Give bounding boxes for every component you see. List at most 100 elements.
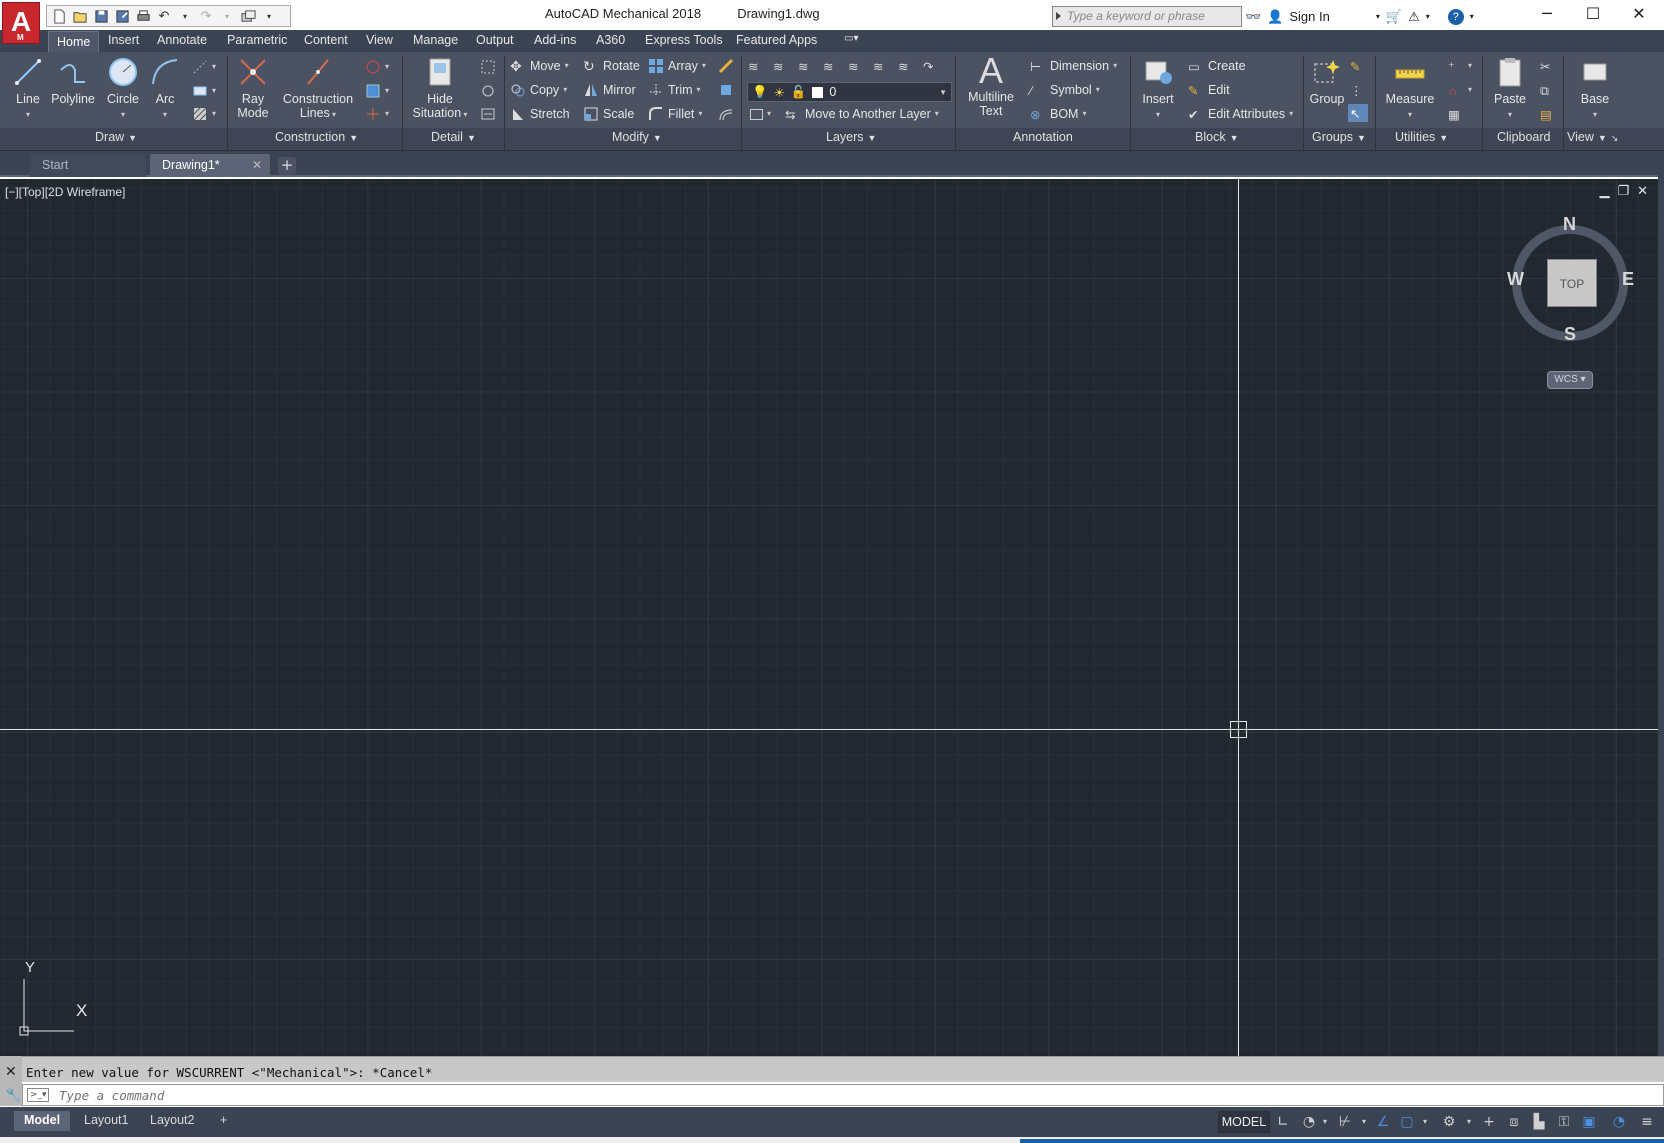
grid-icon[interactable]: ∟ (1274, 1113, 1292, 1131)
rectangle-small-button[interactable]: ▾ (192, 82, 216, 100)
mirror-button[interactable]: Mirror (583, 81, 636, 99)
close-button[interactable]: ✕ (1616, 0, 1662, 30)
detail-view-button[interactable] (480, 58, 496, 76)
layer-state-button[interactable]: ▾ (750, 105, 771, 123)
panel-label-groups[interactable]: Groups ▼ (1312, 130, 1366, 144)
tab-view[interactable]: View (366, 33, 393, 47)
viewcube[interactable]: TOP N S E W (1500, 214, 1640, 344)
annotation-monitor-icon[interactable]: + (1480, 1113, 1498, 1131)
object-snap-icon[interactable]: ▢ (1398, 1113, 1416, 1131)
id-point-button[interactable]: ∩ ▾ (1448, 81, 1472, 99)
quick-properties-icon[interactable]: ▙ (1530, 1113, 1548, 1131)
viewport-controls-label[interactable]: [−][Top][2D Wireframe] (5, 185, 125, 199)
save-icon[interactable] (93, 8, 109, 24)
layout-tab-layout2[interactable]: Layout2 (140, 1111, 204, 1131)
panel-expand-icon[interactable]: ↘ (1611, 133, 1619, 143)
detail-break-button[interactable] (480, 105, 496, 123)
tab-annotate[interactable]: Annotate (157, 33, 207, 47)
layout-tab-model[interactable]: Model (14, 1111, 71, 1131)
open-file-icon[interactable] (72, 8, 88, 24)
close-command-line-icon[interactable]: ✕ (5, 1064, 17, 1080)
redo-icon[interactable]: ↷ (198, 8, 214, 24)
paste-button[interactable]: Paste ▾ (1488, 56, 1532, 122)
panel-label-utilities[interactable]: Utilities ▼ (1395, 130, 1448, 144)
tab-a360[interactable]: A360 (596, 33, 625, 47)
polyline-button[interactable]: Polyline (50, 56, 96, 106)
plot-icon[interactable] (135, 8, 151, 24)
construction-lines-button[interactable]: Construction Lines ▾ (280, 56, 356, 122)
compass-north[interactable]: N (1563, 214, 1576, 235)
layer-walk-icon[interactable]: ↷ (923, 58, 939, 74)
group-selection-toggle[interactable]: ↖ (1348, 104, 1368, 122)
array-button[interactable]: Array ▾ (648, 57, 706, 75)
workspace-dropdown-icon[interactable]: ▾ (1460, 1113, 1478, 1131)
save-as-icon[interactable] (114, 8, 130, 24)
isolate-objects-icon[interactable]: ▣ (1580, 1113, 1598, 1131)
tab-output[interactable]: Output (476, 33, 514, 47)
command-input[interactable] (59, 1087, 1659, 1103)
layer-unisolate-icon[interactable]: ≋ (848, 58, 864, 74)
multiline-text-button[interactable]: A Multiline Text (962, 53, 1020, 119)
new-file-icon[interactable] (51, 8, 67, 24)
cart-icon[interactable]: 🛒 (1386, 9, 1402, 25)
scale-button[interactable]: Scale (583, 105, 634, 123)
tab-content[interactable]: Content (304, 33, 348, 47)
exchange-icon[interactable]: ⚠ (1408, 9, 1420, 25)
panel-label-block[interactable]: Block ▼ (1195, 130, 1239, 144)
symbol-button[interactable]: ⁄ Symbol ▾ (1030, 81, 1100, 99)
undo-icon[interactable]: ↶ (156, 8, 172, 24)
ortho-icon[interactable]: ⊬ (1336, 1113, 1354, 1131)
create-block-button[interactable]: ▭ Create (1188, 57, 1246, 75)
undo-dropdown-icon[interactable]: ▾ (177, 8, 193, 24)
group-button[interactable]: Group (1308, 56, 1346, 106)
tab-add-ins[interactable]: Add-ins (534, 33, 576, 47)
search-input[interactable]: Type a keyword or phrase (1052, 6, 1242, 27)
close-tab-icon[interactable]: ✕ (252, 158, 262, 172)
customize-qat-icon[interactable]: ▾ (261, 8, 277, 24)
edit-block-button[interactable]: ✎ Edit (1188, 81, 1230, 99)
ribbon-state-toggle-icon[interactable]: ▭▾ (844, 33, 858, 44)
layer-previous-icon[interactable]: ≋ (798, 58, 814, 74)
help-icon[interactable]: ? (1447, 8, 1464, 25)
tab-parametric[interactable]: Parametric (227, 33, 287, 47)
construction-misc-button[interactable]: ▾ (365, 105, 389, 123)
workspace-gear-icon[interactable]: ⚙ (1440, 1113, 1458, 1131)
tab-insert[interactable]: Insert (108, 33, 139, 47)
layout-tab-layout1[interactable]: Layout1 (74, 1111, 138, 1131)
viewport-minimize-icon[interactable]: ▁ (1599, 184, 1609, 199)
copy-clip-button[interactable]: ⧉ (1540, 81, 1556, 99)
explode-button[interactable] (718, 81, 734, 99)
stretch-button[interactable]: Stretch (510, 105, 570, 123)
units-icon[interactable]: ⧈ (1505, 1113, 1523, 1131)
offset-button[interactable] (718, 105, 734, 123)
viewport-close-icon[interactable]: ✕ (1637, 184, 1648, 199)
compass-west[interactable]: W (1507, 269, 1524, 290)
viewport-restore-icon[interactable]: ❐ (1617, 184, 1629, 199)
customize-command-line-icon[interactable]: 🔧 (5, 1088, 21, 1103)
customization-menu-icon[interactable]: ≡ (1638, 1113, 1656, 1131)
redo-dropdown-icon[interactable]: ▾ (219, 8, 235, 24)
maximize-button[interactable]: ☐ (1570, 0, 1616, 30)
ungroup-button[interactable]: ✎ (1350, 57, 1366, 75)
tab-featured-apps[interactable]: Featured Apps (736, 33, 817, 47)
arc-button[interactable]: Arc ▾ (149, 56, 181, 122)
insert-block-button[interactable]: Insert ▾ (1136, 56, 1180, 122)
viewcube-top-face[interactable]: TOP (1547, 259, 1597, 307)
hatch-small-button[interactable]: ▾ (192, 105, 216, 123)
move-button[interactable]: ✥ Move ▾ (510, 57, 569, 75)
circle-button[interactable]: Circle ▾ (104, 56, 142, 122)
point-style-button[interactable]: ⁺ ▾ (1448, 57, 1472, 75)
application-menu-button[interactable]: AM (2, 2, 40, 44)
copy-base-button[interactable]: ▤ (1540, 105, 1556, 123)
file-tab-start[interactable]: Start (30, 154, 146, 177)
layer-freeze-icon[interactable]: ≋ (873, 58, 889, 74)
calculator-button[interactable]: ▦ (1448, 105, 1464, 123)
construction-circle-button[interactable]: ▾ (365, 58, 389, 76)
measure-button[interactable]: Measure ▾ (1382, 56, 1438, 122)
minimize-button[interactable]: ─ (1524, 0, 1570, 30)
layer-dropdown[interactable]: 💡 ☀ 🔓 0 ▼ (747, 82, 952, 102)
osnap-dropdown-icon[interactable]: ▾ (1416, 1113, 1434, 1131)
compass-east[interactable]: E (1622, 269, 1634, 290)
trim-button[interactable]: Trim ▾ (648, 81, 701, 99)
layer-isolate-icon[interactable]: ≋ (823, 58, 839, 74)
